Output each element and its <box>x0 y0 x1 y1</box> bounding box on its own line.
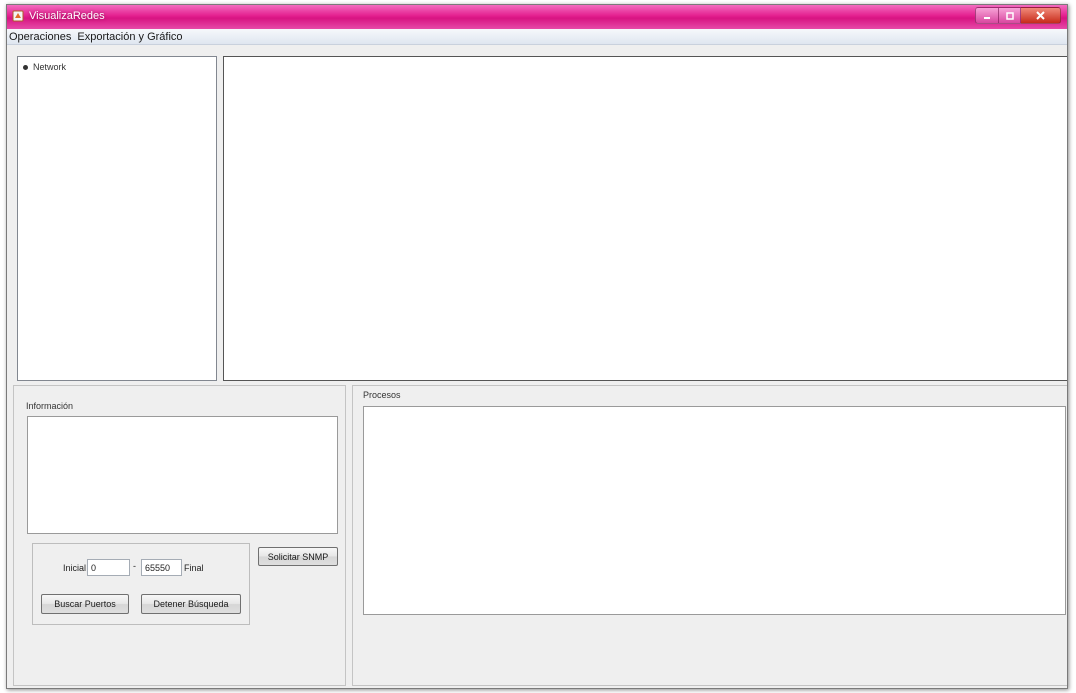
info-label: Información <box>26 401 74 411</box>
menu-exportacion-grafico[interactable]: Exportación y Gráfico <box>75 31 186 43</box>
menu-operaciones[interactable]: Operaciones <box>7 31 75 43</box>
end-port-input[interactable]: 65550 <box>141 559 182 576</box>
start-port-label: Inicial <box>63 563 87 573</box>
tree-item-network[interactable]: Network <box>23 62 66 72</box>
network-tree-panel[interactable]: Network <box>17 56 217 381</box>
tree-node-bullet-icon <box>23 64 28 70</box>
maximize-button[interactable] <box>999 7 1021 24</box>
request-snmp-button[interactable]: Solicitar SNMP <box>258 547 338 566</box>
search-ports-button[interactable]: Buscar Puertos <box>41 594 129 614</box>
window-controls <box>975 7 1061 24</box>
close-button[interactable] <box>1021 7 1061 24</box>
minimize-icon <box>984 16 990 19</box>
network-graph-canvas[interactable] <box>223 56 1067 381</box>
menu-bar: Operaciones Exportación y Gráfico <box>7 29 1067 45</box>
tree-item-label: Network <box>33 62 67 72</box>
title-bar[interactable]: VisualizaRedes <box>7 5 1067 29</box>
window-title: VisualizaRedes <box>29 10 105 22</box>
close-icon <box>1036 11 1045 20</box>
processes-label: Procesos <box>363 390 401 400</box>
app-icon <box>12 10 24 22</box>
minimize-button[interactable] <box>975 7 999 24</box>
end-port-label: Final <box>184 563 204 573</box>
stop-search-button[interactable]: Detener Búsqueda <box>141 594 241 614</box>
processes-textarea[interactable] <box>363 406 1066 615</box>
port-range-separator: - <box>133 561 136 571</box>
info-textarea[interactable] <box>27 416 338 534</box>
maximize-icon <box>1005 11 1014 20</box>
app-window: VisualizaRedes Operaciones Exportación y… <box>6 4 1068 689</box>
start-port-input[interactable]: 0 <box>87 559 130 576</box>
